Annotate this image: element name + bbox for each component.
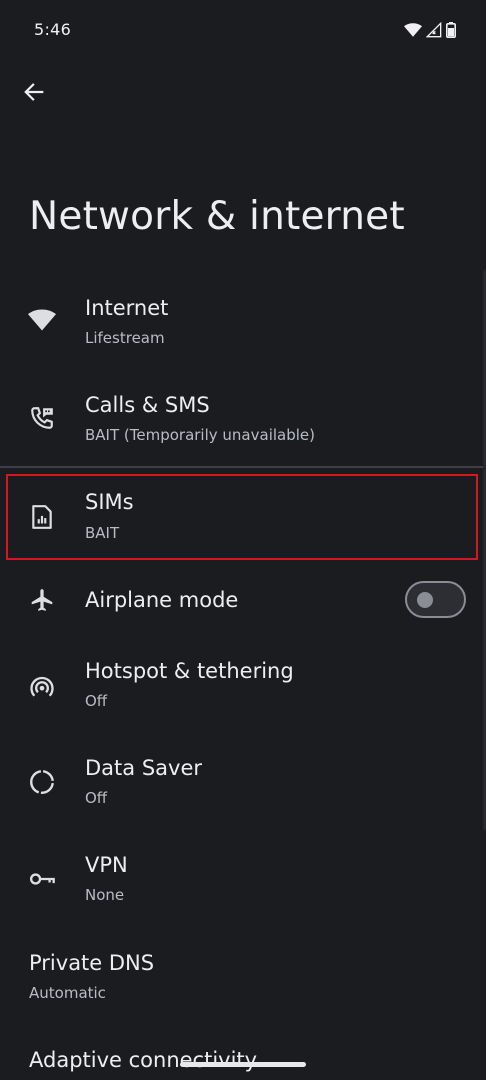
calls-sms-title: Calls & SMS [85,393,210,417]
hotspot-tethering-title: Hotspot & tethering [85,659,294,683]
vpn-item[interactable]: VPN None [0,835,486,927]
divider [0,466,486,468]
vpn-key-icon [28,865,56,893]
page-title: Network & internet [29,194,405,239]
arrow-left-icon [23,81,45,107]
status-bar: 5:46 [0,0,486,60]
status-time: 5:46 [34,20,72,39]
adaptive-connectivity-title: Adaptive connectivity [29,1048,258,1072]
data-saver-icon [28,768,56,796]
toggle-knob [417,592,433,608]
private-dns-item[interactable]: Private DNS Automatic [0,933,486,1025]
private-dns-summary: Automatic [29,984,106,1002]
calls-sms-item[interactable]: Calls & SMS BAIT (Temporarily unavailabl… [0,375,486,465]
adaptive-connectivity-item[interactable]: Adaptive connectivity [0,1030,486,1080]
airplane-mode-title: Airplane mode [85,588,239,612]
vpn-summary: None [85,886,125,904]
sims-summary: BAIT [85,524,120,542]
status-icons [404,22,456,38]
vpn-title: VPN [85,853,128,877]
data-saver-item[interactable]: Data Saver Off [0,738,486,830]
sim-card-icon [28,503,56,531]
navigation-handle[interactable] [180,1062,306,1067]
cell-signal-icon [426,22,442,38]
battery-icon [446,22,456,38]
data-saver-summary: Off [85,789,108,807]
phone-sms-icon [28,404,56,432]
back-button[interactable] [14,74,54,114]
hotspot-icon [28,673,56,701]
private-dns-title: Private DNS [29,951,155,975]
sims-title: SIMs [85,490,134,514]
airplane-icon [28,586,56,614]
wifi-icon [404,23,422,37]
sims-item[interactable]: SIMs BAIT [0,474,486,560]
airplane-mode-toggle[interactable] [405,581,466,618]
internet-summary: Lifestream [85,329,165,347]
hotspot-tethering-item[interactable]: Hotspot & tethering Off [0,641,486,733]
wifi-icon [28,306,56,334]
internet-item[interactable]: Internet Lifestream [0,278,486,370]
calls-sms-summary: BAIT (Temporarily unavailable) [85,426,315,444]
internet-title: Internet [85,296,169,320]
data-saver-title: Data Saver [85,756,202,780]
hotspot-tethering-summary: Off [85,692,108,710]
